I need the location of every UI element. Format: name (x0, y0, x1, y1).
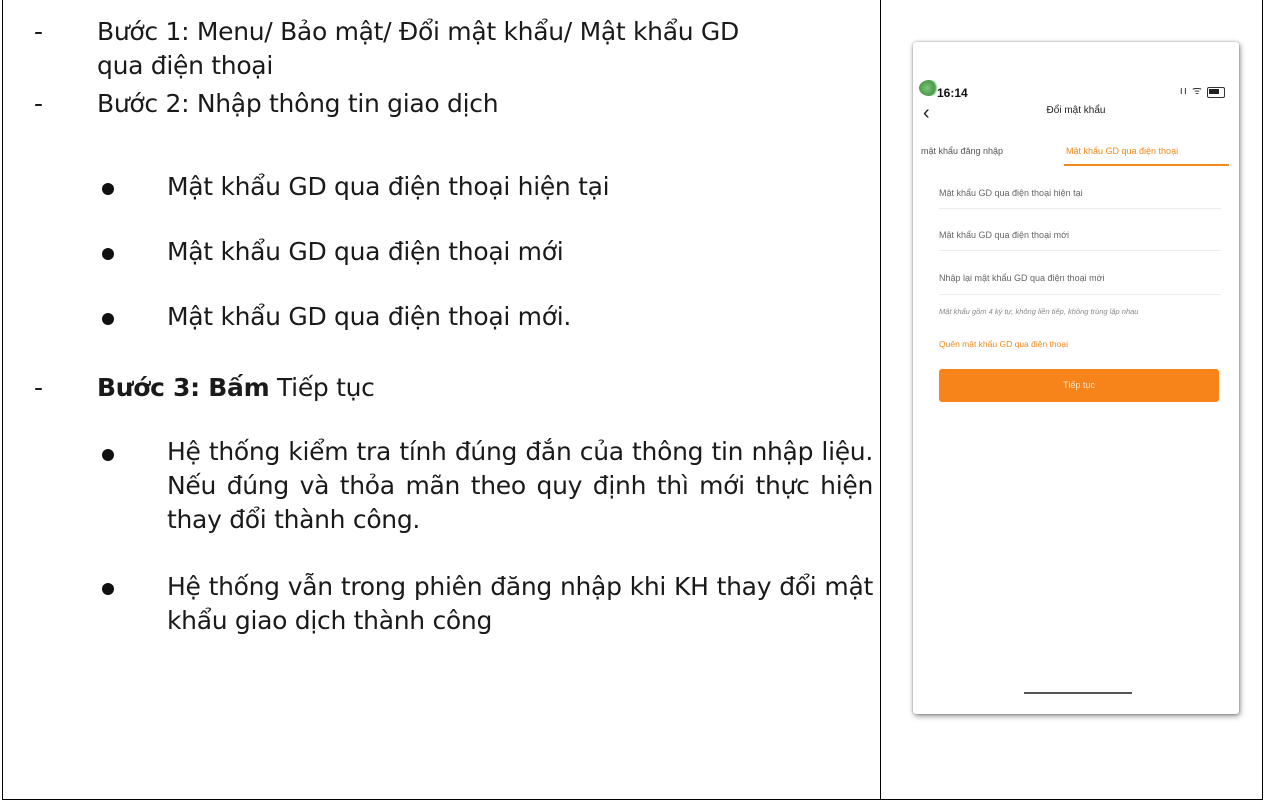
field-divider (939, 208, 1221, 209)
step-3-bullet: Hệ thống vẫn trong phiên đăng nhập khi K… (167, 572, 873, 635)
step-2-bullet: Mật khẩu GD qua điện thoại hiện tại (167, 172, 610, 201)
tab-login-password[interactable]: mật khẩu đăng nhập (921, 146, 1003, 156)
column-divider (880, 0, 881, 800)
status-indicator-icon (919, 80, 939, 96)
home-indicator (1024, 692, 1132, 694)
step-3-label: Bước 3: Bấm (97, 373, 270, 402)
step-3-bullet: Hệ thống kiểm tra tính đúng đắn của thôn… (167, 437, 873, 534)
bullet-dot (102, 313, 114, 325)
step-1-line-1: Bước 1: Menu/ Bảo mật/ Đổi mật khẩu/ Mật… (97, 17, 739, 46)
continue-button[interactable]: Tiếp tục (939, 369, 1219, 402)
step-1-line-2: qua điện thoại (97, 51, 273, 80)
step-3-action: Tiếp tục (269, 373, 375, 402)
battery-icon (1207, 87, 1225, 98)
step-2-bullet: Mật khẩu GD qua điện thoại mới. (167, 302, 572, 331)
new-password-field[interactable]: Mật khẩu GD qua điện thoại mới (939, 230, 1219, 240)
phone-screenshot: 16:14 ıı ᯤ ‹ Đổi mật khẩu mật khẩu đăng … (913, 42, 1239, 714)
dash-marker: - (34, 373, 43, 402)
dash-marker: - (34, 89, 43, 118)
bullet-dot (102, 449, 114, 461)
current-password-field[interactable]: Mật khẩu GD qua điện thoại hiện tại (939, 188, 1219, 198)
step-3: Bước 3: Bấm Tiếp tục (97, 371, 872, 405)
forgot-password-link[interactable]: Quên mật khẩu GD qua điện thoại (939, 339, 1068, 349)
dash-marker: - (34, 17, 43, 46)
confirm-password-field[interactable]: Nhập lại mật khẩu GD qua điện thoại mới (939, 273, 1219, 283)
instructions-column: - Bước 1: Menu/ Bảo mật/ Đổi mật khẩu/ M… (0, 0, 880, 794)
password-hint: Mật khẩu gồm 4 ký tự, không liền tiếp, k… (939, 307, 1139, 316)
bullet-dot (102, 583, 114, 595)
tab-phone-transaction-password[interactable]: Mật khẩu GD qua điện thoại (1066, 146, 1178, 156)
step-2: Bước 2: Nhập thông tin giao dịch (97, 89, 499, 118)
step-1: Bước 1: Menu/ Bảo mật/ Đổi mật khẩu/ Mật… (97, 15, 872, 83)
screen-title: Đổi mật khẩu (1046, 105, 1106, 116)
field-divider (939, 250, 1221, 251)
status-time: 16:14 (937, 86, 968, 100)
bullet-dot (102, 248, 114, 260)
field-divider (939, 294, 1221, 295)
signal-wifi-icon: ıı ᯤ (1179, 85, 1203, 97)
active-tab-indicator (1064, 164, 1229, 166)
step-2-bullet: Mật khẩu GD qua điện thoại mới (167, 237, 564, 266)
bullet-dot (102, 183, 114, 195)
